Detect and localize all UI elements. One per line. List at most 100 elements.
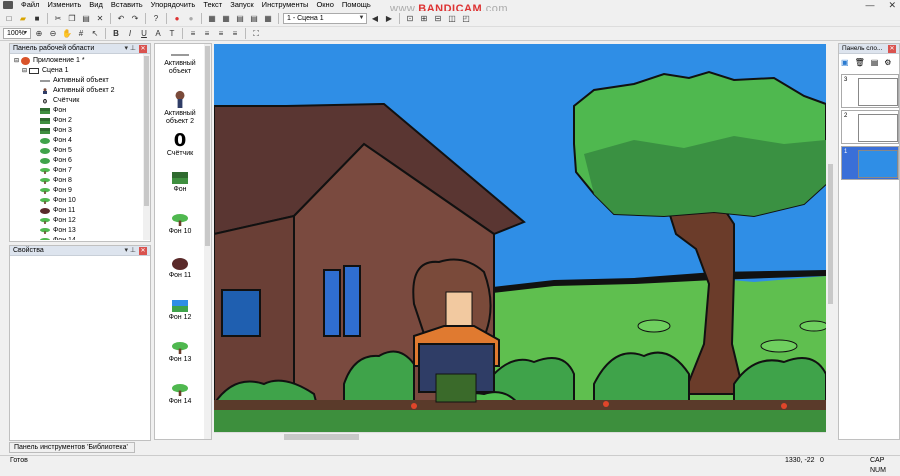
collapse-icon[interactable]: ⊟ <box>22 66 29 76</box>
zoom-in-icon[interactable]: ⊕ <box>33 28 45 40</box>
disabled-icon[interactable]: ● <box>185 13 197 25</box>
tree-item[interactable]: Фон <box>40 106 66 116</box>
align-icon[interactable]: ⊡ <box>404 13 416 25</box>
copy-icon[interactable]: ❐ <box>66 13 78 25</box>
tree-item[interactable]: Фон 14 <box>40 236 76 240</box>
hand-icon[interactable]: ✋ <box>61 28 73 40</box>
menu-insert[interactable]: Вставить <box>107 0 147 10</box>
event-list-icon[interactable]: ▤ <box>234 13 246 25</box>
tree-item[interactable]: Фон 13 <box>40 226 76 236</box>
tree-item[interactable]: Фон 7 <box>40 166 72 176</box>
tree-scrollbar[interactable] <box>143 54 150 240</box>
grid-icon[interactable]: ▦ <box>262 13 274 25</box>
zoom-out-icon[interactable]: ⊖ <box>47 28 59 40</box>
tree-item[interactable]: Фон 5 <box>40 146 72 156</box>
pin-icon[interactable]: ▾ ⊥ <box>124 44 136 54</box>
storyboard-frame[interactable]: 2 <box>841 110 899 144</box>
close-icon[interactable]: ✕ <box>139 45 147 53</box>
tree-item[interactable]: Фон 2 <box>40 116 72 126</box>
save-icon[interactable]: ■ <box>31 13 43 25</box>
tree-item[interactable]: Фон 4 <box>40 136 72 146</box>
vscroll-thumb[interactable] <box>828 164 833 304</box>
insert-frame-icon[interactable]: ▣ <box>841 58 849 67</box>
pointer-icon[interactable]: ↖ <box>89 28 101 40</box>
library-item[interactable]: Фон 13 <box>155 342 205 364</box>
canvas-hscrollbar[interactable] <box>214 432 826 440</box>
delete-frame-icon[interactable]: 🗑 <box>855 58 865 67</box>
redo-icon[interactable]: ↷ <box>129 13 141 25</box>
align-right-icon[interactable]: ≡ <box>215 28 227 40</box>
delete-icon[interactable]: ✕ <box>94 13 106 25</box>
new-file-icon[interactable]: □ <box>3 13 15 25</box>
library-toolbar-tab[interactable]: Панель инструментов 'Библиотека' <box>9 442 135 453</box>
zoom-select[interactable]: 100% ▾ <box>3 28 31 39</box>
tree-item[interactable]: 0 Счётчик <box>40 96 79 106</box>
library-item[interactable]: Активный объект <box>155 52 205 76</box>
library-item[interactable]: Фон 14 <box>155 384 205 406</box>
grid-toggle-icon[interactable]: # <box>75 28 87 40</box>
frame-settings-icon[interactable]: ⚙ <box>884 58 891 67</box>
close-window-icon[interactable]: ✕ <box>888 0 896 11</box>
canvas-vscrollbar[interactable] <box>826 44 835 440</box>
tree-scene-node[interactable]: ⊟ Сцена 1 <box>22 66 68 76</box>
tree-item[interactable]: Фон 3 <box>40 126 72 136</box>
event-editor-icon[interactable]: ▦ <box>220 13 232 25</box>
data-icon[interactable]: ▤ <box>248 13 260 25</box>
tree-item[interactable]: Фон 12 <box>40 216 76 226</box>
library-item[interactable]: Фон 11 <box>155 258 205 280</box>
library-item[interactable]: Фон 12 <box>155 300 205 322</box>
distribute-icon[interactable]: ⊟ <box>432 13 444 25</box>
font-color-icon[interactable]: A <box>152 28 164 40</box>
italic-icon[interactable]: I <box>124 28 136 40</box>
underline-icon[interactable]: U <box>138 28 150 40</box>
group-icon[interactable]: ◰ <box>460 13 472 25</box>
menu-text[interactable]: Текст <box>199 0 226 10</box>
hscroll-thumb[interactable] <box>284 434 359 440</box>
pin-icon[interactable]: ▾ ⊥ <box>124 246 136 256</box>
stop-icon[interactable]: ● <box>171 13 183 25</box>
tree-item[interactable]: Активный объект 2 <box>40 86 115 96</box>
tree-item[interactable]: Фон 10 <box>40 196 76 206</box>
fit-icon[interactable]: ⛶ <box>250 28 262 40</box>
grid-snap-icon[interactable]: ⊞ <box>418 13 430 25</box>
menu-edit[interactable]: Изменить <box>43 0 85 10</box>
align-left-icon[interactable]: ≡ <box>187 28 199 40</box>
storyboard-frame-active[interactable]: 1 <box>841 146 899 180</box>
bold-icon[interactable]: B <box>110 28 122 40</box>
close-icon[interactable]: ✕ <box>888 45 896 53</box>
frame-props-icon[interactable]: ▤ <box>871 58 879 67</box>
library-item[interactable]: Фон 10 <box>155 214 205 236</box>
menu-window[interactable]: Окно <box>312 0 337 10</box>
text-icon[interactable]: T <box>166 28 178 40</box>
storyboard-frame[interactable]: 3 <box>841 74 899 108</box>
menu-view[interactable]: Вид <box>85 0 107 10</box>
tree-scroll-thumb[interactable] <box>144 56 149 206</box>
layer-icon[interactable]: ◫ <box>446 13 458 25</box>
menu-arrange[interactable]: Упорядочить <box>147 0 200 10</box>
library-item[interactable]: Фон <box>155 172 205 194</box>
app-icon[interactable] <box>3 1 13 9</box>
paste-icon[interactable]: ▤ <box>80 13 92 25</box>
align-justify-icon[interactable]: ≡ <box>229 28 241 40</box>
prev-scene-icon[interactable]: ◀ <box>369 13 381 25</box>
tree-item[interactable]: Фон 9 <box>40 186 72 196</box>
minimize-icon[interactable]: — <box>865 0 874 11</box>
tree-app-node[interactable]: ⊟ Приложение 1 * <box>14 56 85 66</box>
undo-icon[interactable]: ↶ <box>115 13 127 25</box>
next-scene-icon[interactable]: ▶ <box>383 13 395 25</box>
menu-tools[interactable]: Инструменты <box>258 0 313 10</box>
library-item[interactable]: Активный объект 2 <box>155 90 205 126</box>
tree-item[interactable]: Фон 8 <box>40 176 72 186</box>
library-scrollbar[interactable] <box>204 44 211 439</box>
menu-run[interactable]: Запуск <box>226 0 257 10</box>
library-item[interactable]: 0 Счётчик <box>155 130 205 158</box>
cut-icon[interactable]: ✂ <box>52 13 64 25</box>
menu-help[interactable]: Помощь <box>338 0 375 10</box>
tree-item[interactable]: Активный объект <box>40 76 109 86</box>
menu-file[interactable]: Файл <box>17 0 43 10</box>
frame-editor-icon[interactable]: ▦ <box>206 13 218 25</box>
help-icon[interactable]: ? <box>150 13 162 25</box>
library-scroll-thumb[interactable] <box>205 46 210 246</box>
collapse-icon[interactable]: ⊟ <box>14 56 21 66</box>
align-center-icon[interactable]: ≡ <box>201 28 213 40</box>
